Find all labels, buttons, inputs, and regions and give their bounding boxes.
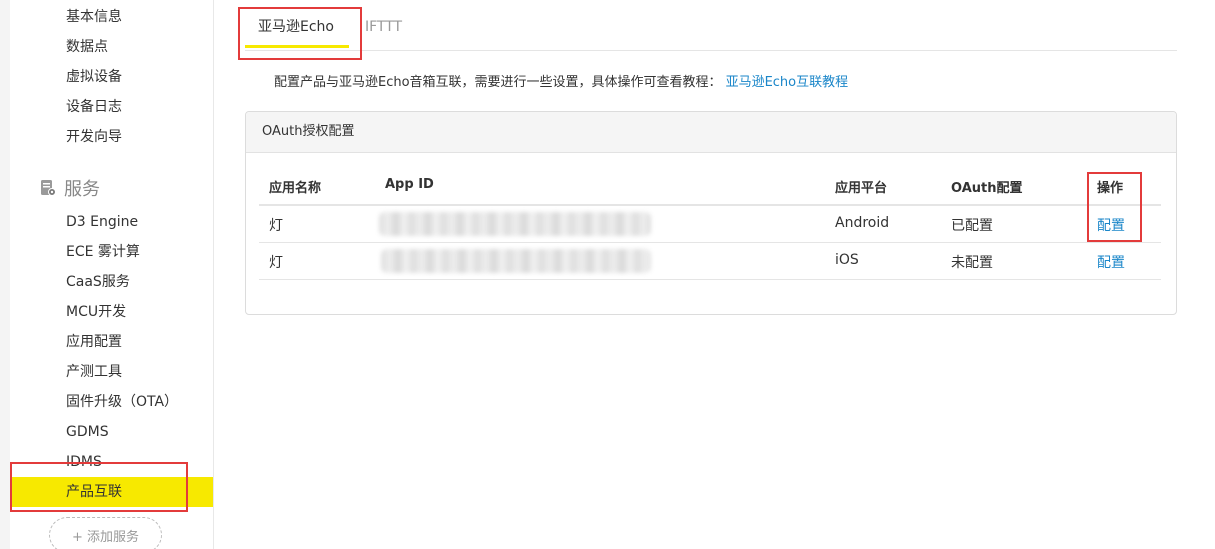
cell-oauth-status: 已配置 [951, 218, 993, 234]
cell-platform: iOS [835, 252, 859, 268]
sidebar-item-virtual-device[interactable]: 虚拟设备 [66, 67, 122, 87]
tab-ifttt[interactable]: IFTTT [365, 16, 402, 38]
sidebar-item-ota[interactable]: 固件升级（OTA） [66, 392, 178, 412]
services-section-header: 服务 [40, 176, 100, 200]
sidebar: 基本信息 数据点 虚拟设备 设备日志 开发向导 服务 D3 Engine ECE… [10, 0, 214, 549]
table-header: 应用名称 App ID 应用平台 OAuth配置 操作 [259, 169, 1161, 206]
table-row: 灯 iOS 未配置 配置 [259, 243, 1161, 280]
sidebar-item-mcu[interactable]: MCU开发 [66, 302, 126, 322]
sidebar-item-device-log[interactable]: 设备日志 [66, 97, 122, 117]
col-action: 操作 [1097, 181, 1124, 196]
cell-app-name: 灯 [269, 218, 283, 234]
col-platform: 应用平台 [835, 181, 888, 196]
sidebar-item-gdms[interactable]: GDMS [66, 422, 109, 442]
services-icon [41, 180, 56, 196]
sidebar-item-ece[interactable]: ECE 雾计算 [66, 242, 140, 262]
sidebar-item-app-config[interactable]: 应用配置 [66, 332, 122, 352]
sidebar-item-prod-test[interactable]: 产测工具 [66, 362, 122, 382]
cell-platform: Android [835, 215, 890, 231]
configure-link[interactable]: 配置 [1097, 252, 1125, 272]
tab-bar: 亚马逊Echo IFTTT [245, 0, 1177, 51]
tab-amazon-echo[interactable]: 亚马逊Echo [258, 16, 334, 38]
oauth-panel: OAuth授权配置 应用名称 App ID 应用平台 OAuth配置 操作 灯 … [245, 111, 1177, 315]
sidebar-item-datapoints[interactable]: 数据点 [66, 37, 108, 57]
sidebar-item-basic-info[interactable]: 基本信息 [66, 7, 122, 27]
cell-oauth-status: 未配置 [951, 255, 993, 271]
cell-app-name: 灯 [269, 255, 283, 271]
panel-title: OAuth授权配置 [246, 112, 1176, 153]
add-service-button[interactable]: + 添加服务 [49, 517, 162, 549]
intro-text: 配置产品与亚马逊Echo音箱互联，需要进行一些设置，具体操作可查看教程： 亚马逊E… [274, 71, 848, 90]
sidebar-item-d3-engine[interactable]: D3 Engine [66, 212, 138, 232]
col-oauth-config: OAuth配置 [951, 181, 1023, 196]
configure-link[interactable]: 配置 [1097, 215, 1125, 235]
left-edge-strip [0, 0, 10, 549]
redacted-app-id [381, 249, 651, 273]
sidebar-item-caas[interactable]: CaaS服务 [66, 272, 130, 292]
sidebar-item-dev-guide[interactable]: 开发向导 [66, 127, 122, 147]
col-app-name: 应用名称 [269, 181, 322, 196]
active-tab-indicator [245, 45, 349, 48]
sidebar-item-idms[interactable]: IDMS [66, 452, 102, 472]
services-section-title: 服务 [64, 179, 100, 200]
redacted-app-id [379, 212, 651, 236]
sidebar-item-product-interconnect[interactable]: 产品互联 [66, 482, 122, 502]
tutorial-link[interactable]: 亚马逊Echo互联教程 [726, 75, 849, 90]
col-app-id: App ID [385, 177, 434, 192]
intro-description: 配置产品与亚马逊Echo音箱互联，需要进行一些设置，具体操作可查看教程： [274, 75, 722, 90]
table-row: 灯 Android 已配置 配置 [259, 206, 1161, 243]
